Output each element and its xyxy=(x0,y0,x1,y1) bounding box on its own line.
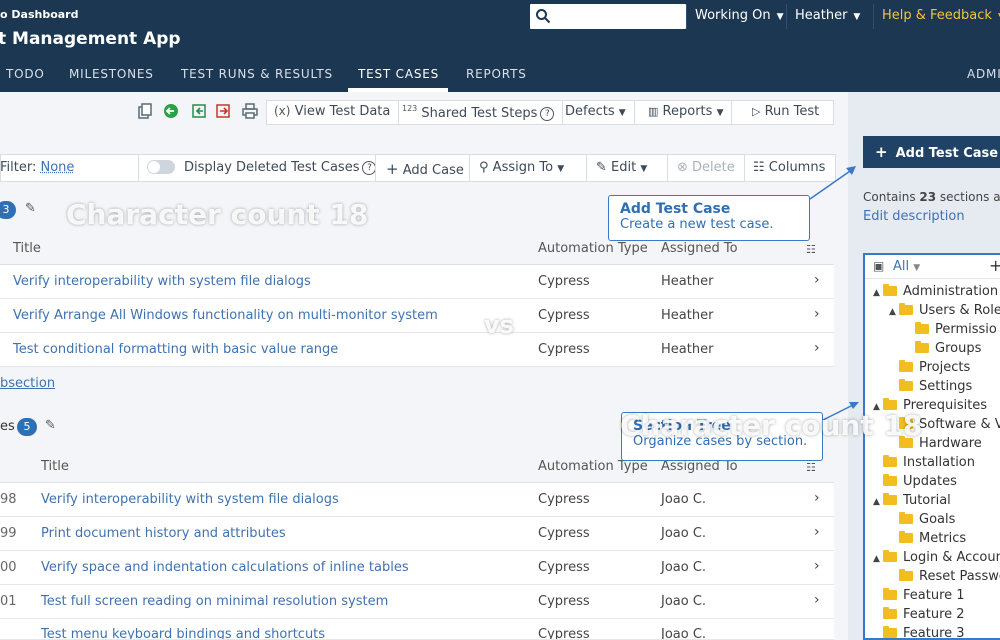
overlay-vs: vs xyxy=(484,311,514,339)
overlay-label-b: Character count 18 xyxy=(620,409,922,442)
callout-description: Create a new test case. xyxy=(620,217,798,232)
overlay-label-a: Character count 18 xyxy=(66,198,368,231)
callout-title: Add Test Case xyxy=(620,201,798,217)
add-test-case-callout: Add Test Case Create a new test case. xyxy=(608,195,810,241)
